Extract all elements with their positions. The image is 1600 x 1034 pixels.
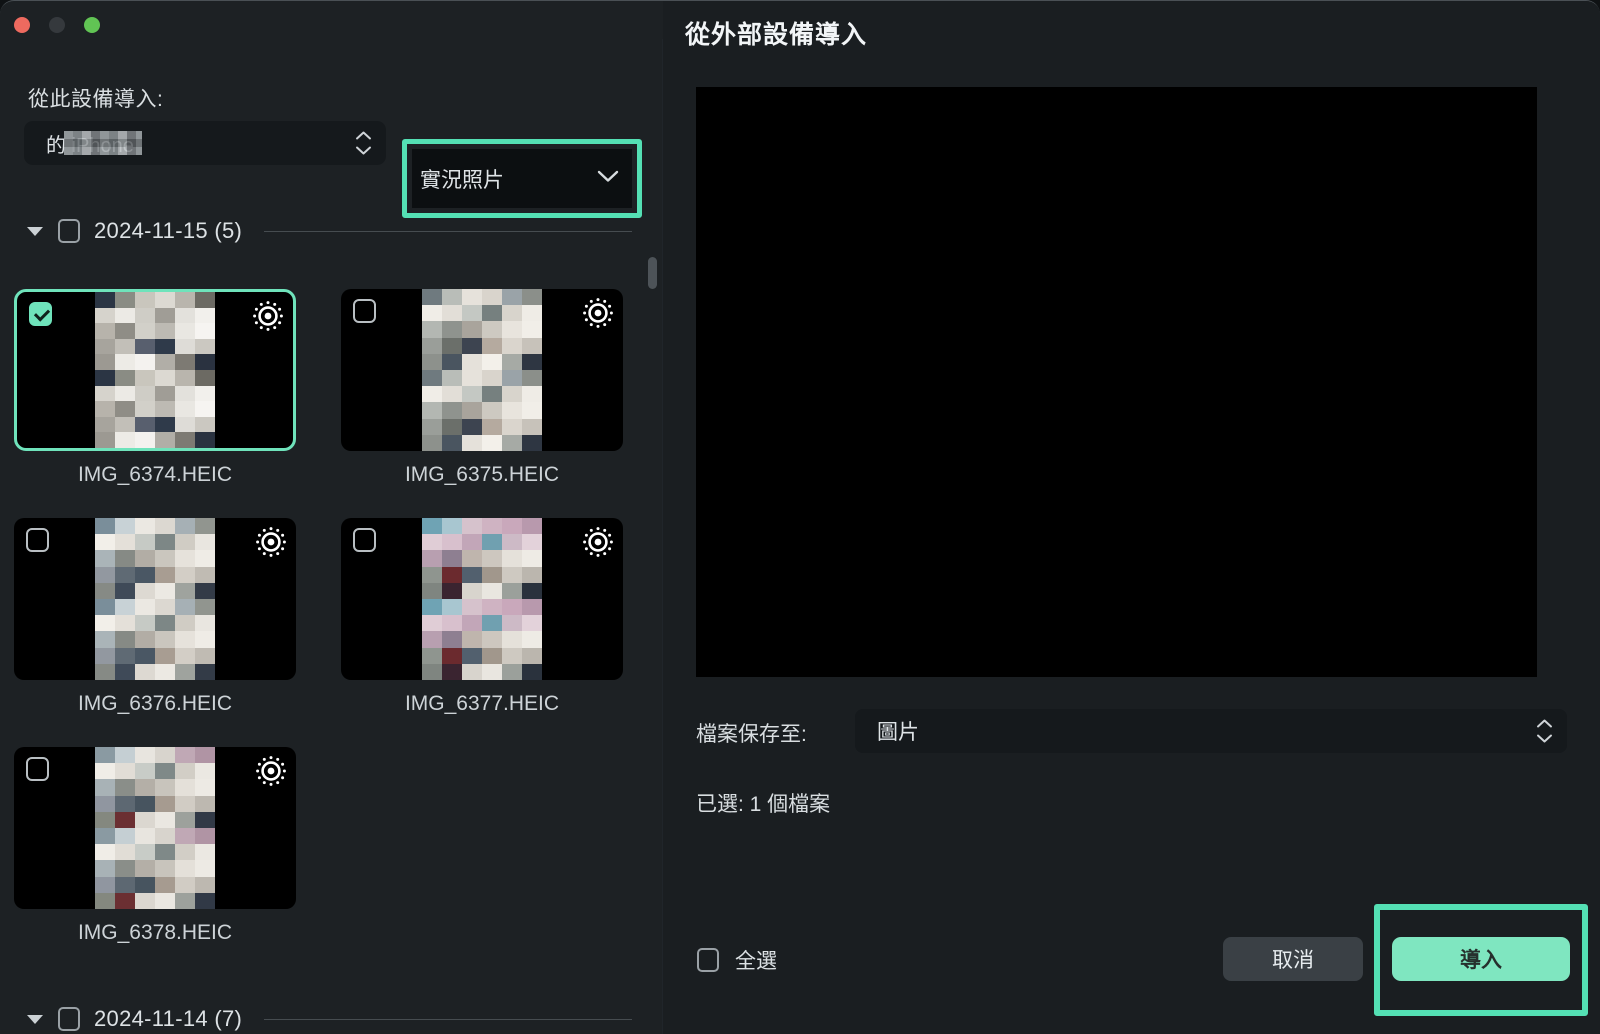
page-title: 從外部設備導入 [685,21,868,49]
device-select[interactable]: 的 iPhone [24,121,386,165]
close-window-button[interactable] [14,17,30,33]
chevron-down-icon[interactable] [597,170,619,188]
thumbnail-image [95,292,215,448]
thumbnail-checkbox[interactable] [26,757,49,781]
thumbnail-checkbox[interactable] [26,528,49,552]
save-to-label: 檔案保存至: [696,723,807,746]
list-item-label: IMG_6377.HEIC [404,692,560,715]
thumbnail-image [95,518,215,680]
list-item-label: IMG_6378.HEIC [77,921,233,944]
divider-line [264,1018,632,1020]
live-photo-icon [581,296,615,330]
stepper-up-down-icon[interactable] [355,131,372,156]
thumbnail-image [95,747,215,909]
save-to-select[interactable]: 圖片 [855,709,1567,753]
list-item[interactable]: IMG_6377.HEIC [341,518,623,716]
preview-area[interactable] [696,87,1537,677]
thumbnail[interactable] [14,518,296,680]
redacted-device-name [64,131,142,155]
thumbnail-image [422,289,542,451]
thumbnail[interactable] [341,289,623,451]
selected-count-label: 已選: 1 個檔案 [696,793,831,816]
save-to-value: 圖片 [877,721,919,744]
triangle-down-icon[interactable] [27,226,43,236]
list-item-label: IMG_6374.HEIC [77,463,233,486]
thumbnail-image [422,518,542,680]
thumbnail-checkbox[interactable] [353,528,376,552]
maximize-window-button[interactable] [84,17,100,33]
minimize-window-button[interactable] [49,17,65,33]
select-all-label: 全選 [735,950,777,973]
thumbnail[interactable] [14,747,296,909]
import-dialog-pane: 從外部設備導入 檔案保存至: 圖片 已選: 1 個檔案 全選 取消 導入 [663,1,1600,1034]
media-type-select[interactable]: 實況照片 [412,149,632,208]
thumbnail-checkbox[interactable] [353,299,376,323]
window-controls [14,17,100,33]
date-group-label: 2024-11-14 (7) [94,1006,243,1031]
cancel-button[interactable]: 取消 [1223,937,1363,981]
select-all-checkbox[interactable] [697,948,719,972]
source-browser-pane: 從此設備導入: 的 iPhone 實況照片 2024-11-15 (5) [0,39,662,1034]
source-label: 從此設備導入: [28,88,164,111]
list-item[interactable]: IMG_6378.HEIC [14,747,296,945]
vertical-scrollbar[interactable] [646,229,658,1029]
live-photo-icon [251,299,285,333]
list-item[interactable]: IMG_6375.HEIC [341,289,623,487]
live-photo-icon [581,525,615,559]
select-all-control[interactable]: 全選 [697,945,777,975]
list-item[interactable]: IMG_6374.HEIC [14,289,296,487]
app-window: 從此設備導入: 的 iPhone 實況照片 2024-11-15 (5) [0,0,1600,1034]
stepper-up-down-icon[interactable] [1536,719,1553,744]
date-group-checkbox[interactable] [58,1007,80,1031]
scrollbar-thumb[interactable] [648,257,657,289]
list-item[interactable]: IMG_6376.HEIC [14,518,296,716]
live-photo-icon [254,525,288,559]
date-group-label: 2024-11-15 (5) [94,218,243,243]
list-item-label: IMG_6375.HEIC [404,463,560,486]
list-item-label: IMG_6376.HEIC [77,692,233,715]
media-type-value: 實況照片 [420,168,504,192]
triangle-down-icon[interactable] [27,1014,43,1024]
thumbnail[interactable] [341,518,623,680]
thumbnail[interactable] [14,289,296,451]
date-group-checkbox[interactable] [58,219,80,243]
date-group-header[interactable]: 2024-11-14 (7) [0,997,662,1034]
date-group-header[interactable]: 2024-11-15 (5) [0,209,662,253]
live-photo-icon [254,754,288,788]
import-button[interactable]: 導入 [1392,937,1570,981]
divider-line [264,230,632,232]
thumbnail-checkbox[interactable] [29,302,52,326]
